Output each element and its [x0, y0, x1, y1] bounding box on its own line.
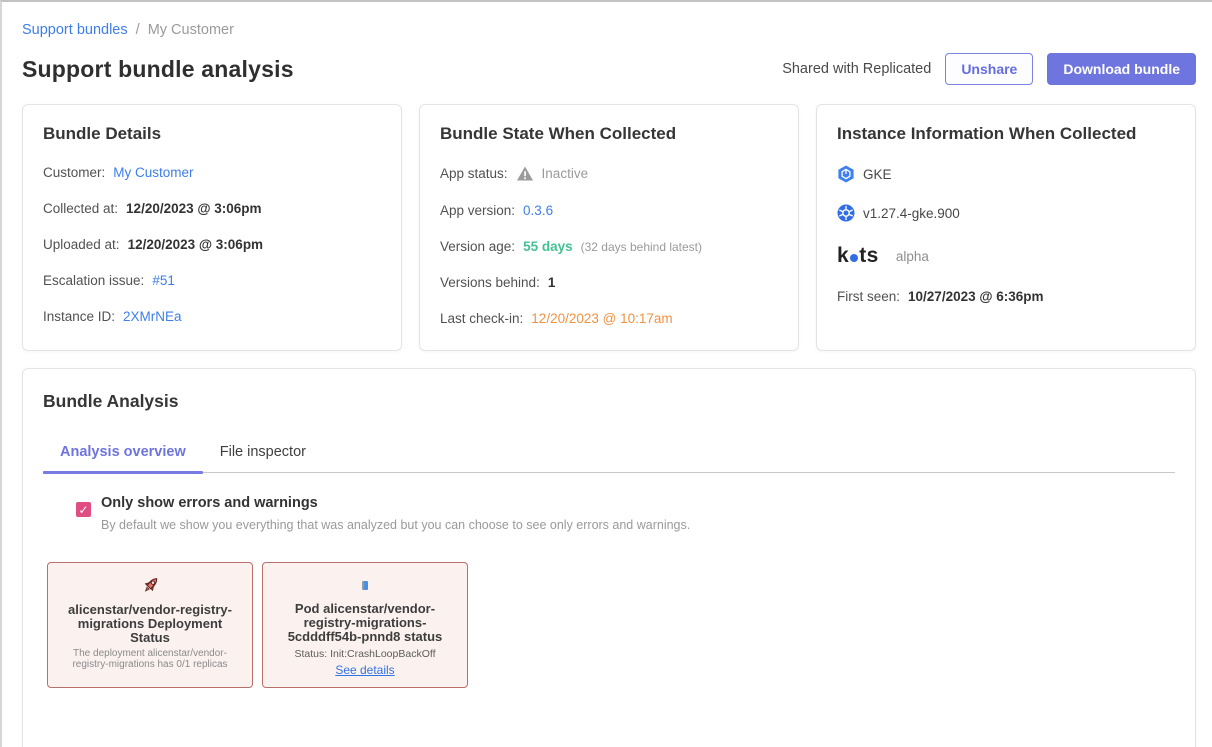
analyzer-card-description: The deployment alicenstar/vendor-registr… [62, 649, 238, 670]
gke-icon [837, 165, 855, 183]
analyzer-card-title: alicenstar/vendor-registry-migrations De… [62, 603, 238, 645]
app-version-row: App version: 0.3.6 [440, 203, 778, 218]
instance-info-card: Instance Information When Collected GKE [816, 104, 1196, 351]
support-bundle-page: Support bundles / My Customer Support bu… [2, 22, 1212, 747]
bundle-state-title: Bundle State When Collected [440, 124, 778, 144]
analyzer-card-deployment-status[interactable]: alicenstar/vendor-registry-migrations De… [47, 562, 253, 688]
last-checkin-label: Last check-in: [440, 311, 523, 326]
first-seen-label: First seen: [837, 289, 900, 304]
rocket-icon [138, 573, 162, 599]
escalation-issue-link[interactable]: #51 [152, 273, 175, 288]
versions-behind-value: 1 [548, 275, 556, 290]
k8s-version-value: v1.27.4-gke.900 [863, 206, 960, 221]
kots-o-icon [850, 254, 858, 262]
app-version-label: App version: [440, 203, 515, 218]
analyzer-card-title: Pod alicenstar/vendor-registry-migration… [277, 602, 453, 644]
instance-id-label: Instance ID: [43, 309, 115, 324]
shared-status-text: Shared with Replicated [782, 61, 931, 77]
collected-at-value: 12/20/2023 @ 3:06pm [126, 201, 262, 216]
bundle-details-title: Bundle Details [43, 124, 381, 144]
pod-status-text: Status: Init:CrashLoopBackOff [294, 648, 435, 660]
escalation-issue-row: Escalation issue: #51 [43, 273, 381, 288]
errors-filter-row: ✓ Only show errors and warnings By defau… [76, 495, 1175, 532]
distribution-row: GKE [837, 165, 1175, 183]
unshare-button[interactable]: Unshare [945, 53, 1033, 85]
tab-analysis-overview[interactable]: Analysis overview [43, 434, 203, 472]
see-details-link[interactable]: See details [335, 663, 394, 677]
download-bundle-button[interactable]: Download bundle [1047, 53, 1196, 85]
version-age-value: 55 days [523, 239, 573, 254]
distribution-value: GKE [863, 167, 892, 182]
app-version-link[interactable]: 0.3.6 [523, 203, 553, 218]
last-checkin-row: Last check-in: 12/20/2023 @ 10:17am [440, 311, 778, 326]
version-age-label: Version age: [440, 239, 515, 254]
bundle-state-card: Bundle State When Collected App status: … [419, 104, 799, 351]
bundle-details-card: Bundle Details Customer: My Customer Col… [22, 104, 402, 351]
versions-behind-label: Versions behind: [440, 275, 540, 290]
collected-at-row: Collected at: 12/20/2023 @ 3:06pm [43, 201, 381, 216]
kots-logo: kts [837, 244, 879, 268]
breadcrumb-link-support-bundles[interactable]: Support bundles [22, 22, 128, 38]
kots-version-value: alpha [896, 249, 929, 264]
uploaded-at-value: 12/20/2023 @ 3:06pm [128, 237, 264, 252]
app-status-value: Inactive [542, 166, 589, 181]
bundle-analysis-panel: Bundle Analysis Analysis overview File i… [22, 368, 1196, 747]
escalation-issue-label: Escalation issue: [43, 273, 144, 288]
filter-label: Only show errors and warnings [101, 495, 690, 511]
bundle-analysis-title: Bundle Analysis [23, 391, 1195, 412]
warning-triangle-icon [516, 165, 534, 182]
versions-behind-row: Versions behind: 1 [440, 275, 778, 290]
analysis-tabs: Analysis overview File inspector [43, 434, 1175, 473]
first-seen-row: First seen: 10/27/2023 @ 6:36pm [837, 289, 1175, 304]
last-checkin-value: 12/20/2023 @ 10:17am [531, 311, 672, 326]
collected-at-label: Collected at: [43, 201, 118, 216]
tab-file-inspector[interactable]: File inspector [203, 434, 323, 472]
app-status-row: App status: Inactive [440, 165, 778, 182]
breadcrumb-current: My Customer [148, 22, 234, 38]
instance-info-title: Instance Information When Collected [837, 124, 1175, 144]
breadcrumb: Support bundles / My Customer [22, 22, 1196, 38]
uploaded-at-row: Uploaded at: 12/20/2023 @ 3:06pm [43, 237, 381, 252]
instance-id-row: Instance ID: 2XMrNEa [43, 309, 381, 324]
customer-link[interactable]: My Customer [113, 165, 193, 180]
version-age-note: (32 days behind latest) [581, 240, 702, 254]
breadcrumb-separator: / [136, 22, 140, 38]
checkmark-icon: ✓ [78, 504, 88, 516]
page-header: Support bundle analysis Shared with Repl… [22, 53, 1196, 85]
kubernetes-icon [837, 204, 855, 222]
k8s-version-row: v1.27.4-gke.900 [837, 204, 1175, 222]
version-age-row: Version age: 55 days (32 days behind lat… [440, 239, 778, 254]
customer-label: Customer: [43, 165, 105, 180]
app-status-label: App status: [440, 166, 508, 181]
kots-row: kts alpha [837, 244, 1175, 268]
instance-id-link[interactable]: 2XMrNEa [123, 309, 182, 324]
image-placeholder-icon [362, 573, 368, 598]
page-title: Support bundle analysis [22, 56, 294, 83]
analyzer-card-pod-status[interactable]: Pod alicenstar/vendor-registry-migration… [262, 562, 468, 688]
summary-cards-row: Bundle Details Customer: My Customer Col… [22, 104, 1196, 351]
analyzer-results: alicenstar/vendor-registry-migrations De… [47, 562, 1175, 688]
first-seen-value: 10/27/2023 @ 6:36pm [908, 289, 1044, 304]
filter-description: By default we show you everything that w… [101, 518, 690, 532]
customer-row: Customer: My Customer [43, 165, 381, 180]
only-errors-checkbox[interactable]: ✓ [76, 502, 91, 517]
header-actions: Shared with Replicated Unshare Download … [782, 53, 1196, 85]
uploaded-at-label: Uploaded at: [43, 237, 120, 252]
